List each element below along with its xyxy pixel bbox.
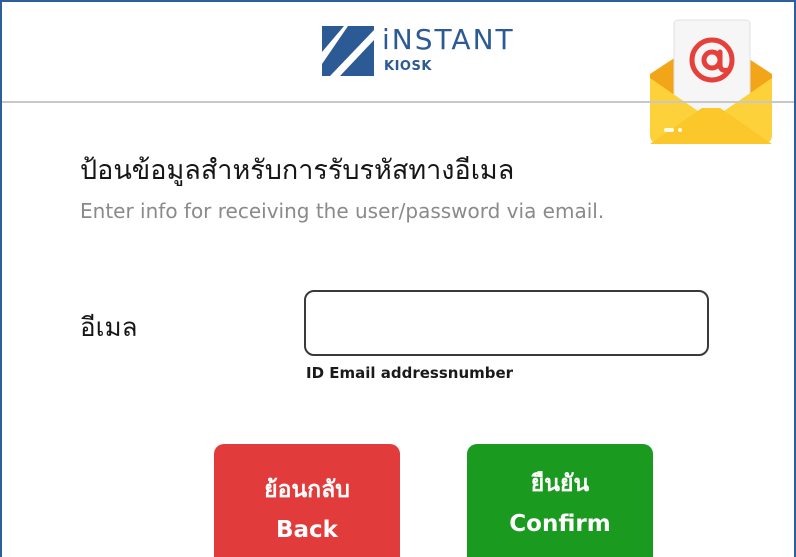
header-divider xyxy=(2,101,794,103)
logo-wordmark: iNSTANT xyxy=(382,23,515,56)
confirm-button-label-en: Confirm xyxy=(509,511,611,537)
email-label: อีเมล xyxy=(80,313,138,343)
email-input[interactable] xyxy=(304,290,709,356)
back-button[interactable]: ย้อนกลับ Back xyxy=(214,444,400,557)
back-button-label-en: Back xyxy=(276,517,338,543)
logo-subtitle: KIOSK xyxy=(384,59,432,74)
logo-mark-icon xyxy=(322,26,374,76)
email-at-envelope-icon xyxy=(650,19,772,144)
back-button-label-th: ย้อนกลับ xyxy=(264,477,350,503)
confirm-button[interactable]: ยืนยัน Confirm xyxy=(467,444,653,557)
instant-kiosk-logo: iNSTANT KIOSK xyxy=(322,22,542,80)
page-title: ป้อนข้อมูลสำหรับการรับรหัสทางอีเมล xyxy=(80,155,515,186)
page-subtitle: Enter info for receiving the user/passwo… xyxy=(80,199,605,223)
confirm-button-label-th: ยืนยัน xyxy=(530,471,590,497)
email-hint: ID Email addressnumber xyxy=(306,364,514,382)
